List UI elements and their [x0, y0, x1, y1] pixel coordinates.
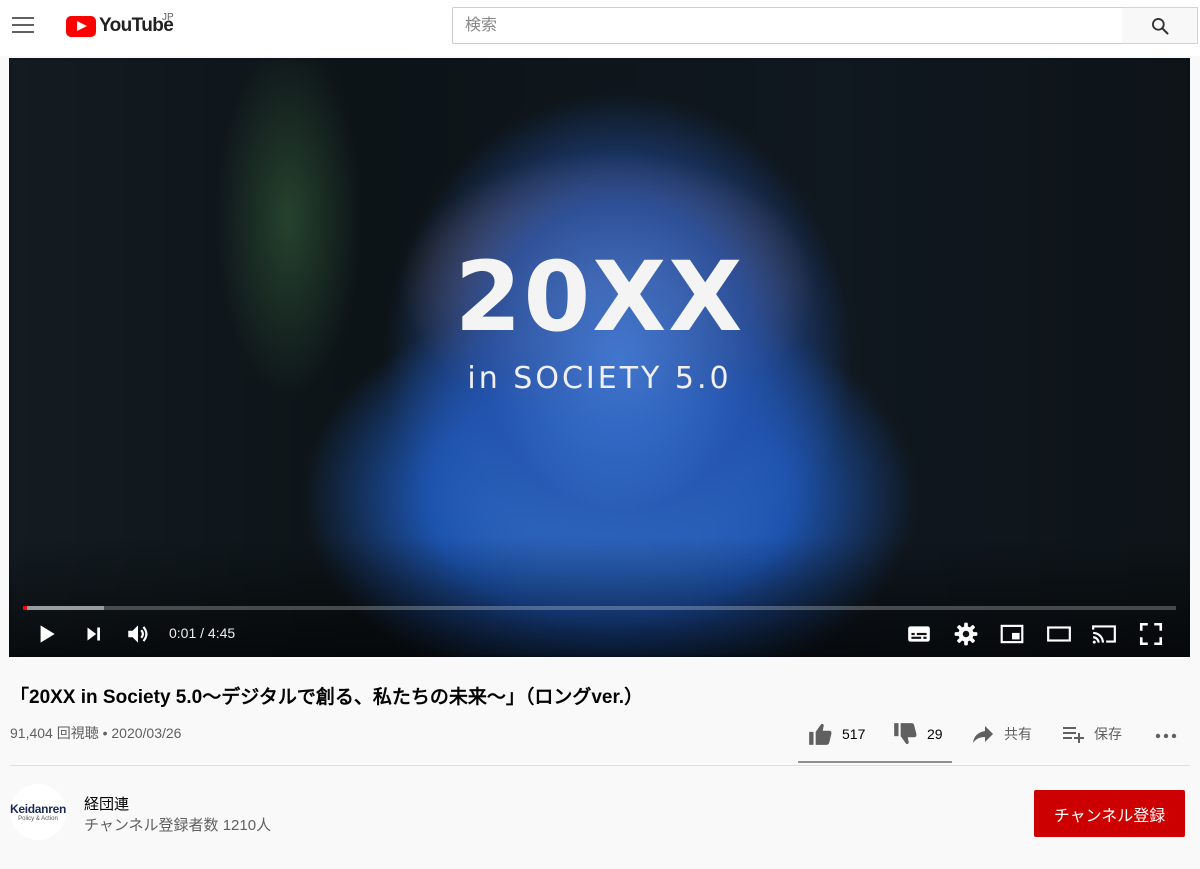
country-code: JP — [162, 12, 174, 23]
view-count-date: 91,404 回視聴 • 2020/03/26 — [10, 725, 182, 741]
video-title: 「20XX in Society 5.0～デジタルで創る、私たちの未来～」（ロン… — [10, 687, 644, 708]
channel-name[interactable]: 経団連 — [84, 793, 129, 814]
subscriber-count: チャンネル登録者数 1210人 — [84, 817, 272, 834]
save-label: 保存 — [1094, 726, 1122, 742]
video-overlay-subtitle: in SOCIETY 5.0 — [467, 361, 732, 396]
theater-icon — [1047, 626, 1071, 642]
search-button[interactable] — [1122, 7, 1198, 44]
divider — [10, 765, 1190, 766]
subscribe-button[interactable]: チャンネル登録 — [1034, 790, 1185, 837]
settings-button[interactable] — [953, 621, 979, 647]
more-icon — [1155, 733, 1177, 739]
video-overlay-title: 20XX — [454, 241, 745, 353]
like-count: 517 — [842, 726, 866, 742]
dislike-icon — [894, 723, 917, 745]
subtitles-icon — [908, 626, 930, 642]
miniplayer-button[interactable] — [999, 621, 1025, 647]
fullscreen-button[interactable] — [1138, 621, 1164, 647]
cast-button[interactable] — [1091, 621, 1117, 647]
progress-loaded — [23, 606, 104, 610]
next-icon — [87, 627, 100, 641]
avatar-logo-tagline: Policy & Action — [18, 816, 58, 822]
share-label: 共有 — [1004, 726, 1032, 742]
search-icon — [1152, 18, 1169, 35]
dislike-button[interactable]: 29 — [891, 720, 943, 748]
youtube-logo[interactable]: YouTube — [66, 14, 174, 38]
video-player[interactable]: 20XX in SOCIETY 5.0 0:01 / 4:45 — [9, 58, 1190, 657]
sentiment-bar — [798, 761, 952, 763]
progress-bar[interactable] — [23, 606, 1176, 610]
subtitles-button[interactable] — [906, 621, 932, 647]
youtube-logo-icon — [66, 15, 96, 37]
masthead: YouTube JP — [0, 0, 1200, 56]
cast-icon — [1092, 625, 1116, 644]
miniplayer-icon — [1000, 624, 1024, 644]
share-button[interactable]: 共有 — [970, 720, 1032, 748]
share-icon — [973, 726, 993, 743]
progress-played — [23, 606, 27, 610]
save-button[interactable]: 保存 — [1060, 720, 1122, 748]
search-input[interactable] — [452, 7, 1123, 44]
volume-button[interactable] — [125, 621, 151, 647]
theater-mode-button[interactable] — [1046, 621, 1072, 647]
avatar-logo-text: Keidanren — [10, 802, 66, 816]
more-actions-button[interactable] — [1154, 720, 1178, 748]
volume-icon — [128, 625, 148, 643]
settings-icon — [954, 622, 978, 646]
play-icon — [40, 625, 55, 643]
dislike-count: 29 — [927, 726, 943, 742]
save-icon — [1063, 727, 1084, 743]
fullscreen-icon — [1139, 622, 1163, 646]
menu-icon[interactable] — [8, 10, 38, 40]
play-button[interactable] — [33, 621, 59, 647]
channel-avatar[interactable]: Keidanren Policy & Action — [10, 784, 66, 840]
like-icon — [809, 723, 832, 745]
time-display: 0:01 / 4:45 — [169, 625, 236, 641]
like-button[interactable]: 517 — [806, 720, 865, 748]
next-button[interactable] — [81, 621, 107, 647]
